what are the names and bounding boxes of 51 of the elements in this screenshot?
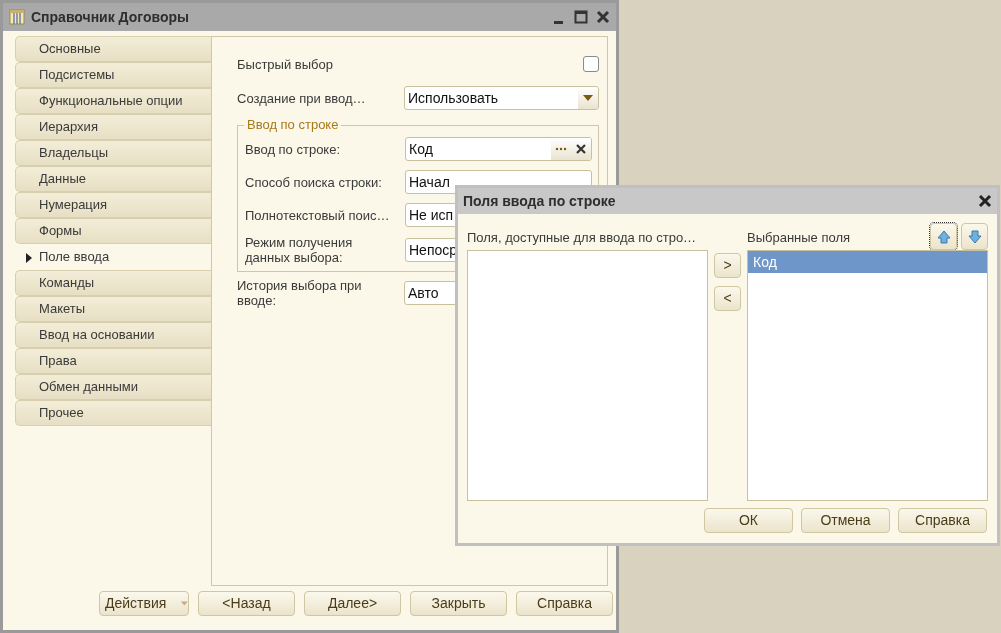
dialog-button[interactable]: ОК xyxy=(704,508,793,533)
section-tab[interactable]: Команды xyxy=(15,270,211,296)
input-field[interactable]: Код xyxy=(405,137,592,161)
field-label: История выбора при вводе: xyxy=(237,278,363,308)
group-title: Ввод по строке xyxy=(244,117,342,133)
section-tab[interactable]: Функциональные опции xyxy=(15,88,211,114)
action-button[interactable]: <Назад xyxy=(198,591,295,616)
action-button[interactable]: Справка xyxy=(516,591,613,616)
list-label: Выбранные поля xyxy=(747,228,851,247)
section-tab[interactable]: Ввод на основании xyxy=(15,322,211,348)
pointer-icon xyxy=(26,253,32,263)
close-icon[interactable] xyxy=(978,194,992,208)
section-tab[interactable]: Макеты xyxy=(15,296,211,322)
move-button[interactable]: < xyxy=(714,286,741,311)
section-tab[interactable]: Подсистемы xyxy=(15,62,211,88)
section-tab[interactable]: Данные xyxy=(15,166,211,192)
move-up-button[interactable] xyxy=(930,223,957,250)
section-tab[interactable]: Обмен данными xyxy=(15,374,211,400)
field-label: Быстрый выбор xyxy=(237,56,334,72)
dropdown-arrow-icon[interactable] xyxy=(583,95,593,101)
field-label: Полнотекстовый поис… xyxy=(245,207,391,223)
field-label: Ввод по строке: xyxy=(245,141,342,157)
dialog-button[interactable]: Отмена xyxy=(801,508,890,533)
section-tab[interactable]: Иерархия xyxy=(15,114,211,140)
section-tab[interactable]: Нумерация xyxy=(15,192,211,218)
window-title: Справочник Договоры xyxy=(31,7,189,27)
action-button[interactable]: Далее> xyxy=(304,591,401,616)
move-down-button[interactable] xyxy=(961,223,988,250)
section-tab[interactable]: Права xyxy=(15,348,211,374)
field-label: Режим получения данных выбора: xyxy=(245,235,354,265)
down-arrow-icon xyxy=(965,227,984,246)
section-tab[interactable]: Прочее xyxy=(15,400,211,426)
close-icon[interactable] xyxy=(596,10,610,24)
maximize-icon[interactable] xyxy=(574,10,588,24)
list-label: Поля, доступные для ввода по стро… xyxy=(467,228,697,247)
dialog-title: Поля ввода по строке xyxy=(463,191,616,211)
checkbox[interactable] xyxy=(583,56,599,72)
move-button[interactable]: > xyxy=(714,253,741,278)
input-field[interactable]: Использовать xyxy=(404,86,599,110)
ellipsis-icon[interactable] xyxy=(555,147,567,151)
section-tab[interactable]: Основные xyxy=(15,36,211,62)
section-tab[interactable]: Формы xyxy=(15,218,211,244)
section-tab[interactable]: Владельцы xyxy=(15,140,211,166)
field-label: Создание при ввод… xyxy=(237,90,367,106)
clear-icon[interactable] xyxy=(576,144,586,154)
action-button[interactable]: Действия xyxy=(99,591,189,616)
field-label: Способ поиска строки: xyxy=(245,174,383,190)
catalog-icon xyxy=(9,9,25,25)
dropdown-arrow-icon xyxy=(181,601,188,606)
dialog-button[interactable]: Справка xyxy=(898,508,987,533)
action-button[interactable]: Закрыть xyxy=(410,591,507,616)
